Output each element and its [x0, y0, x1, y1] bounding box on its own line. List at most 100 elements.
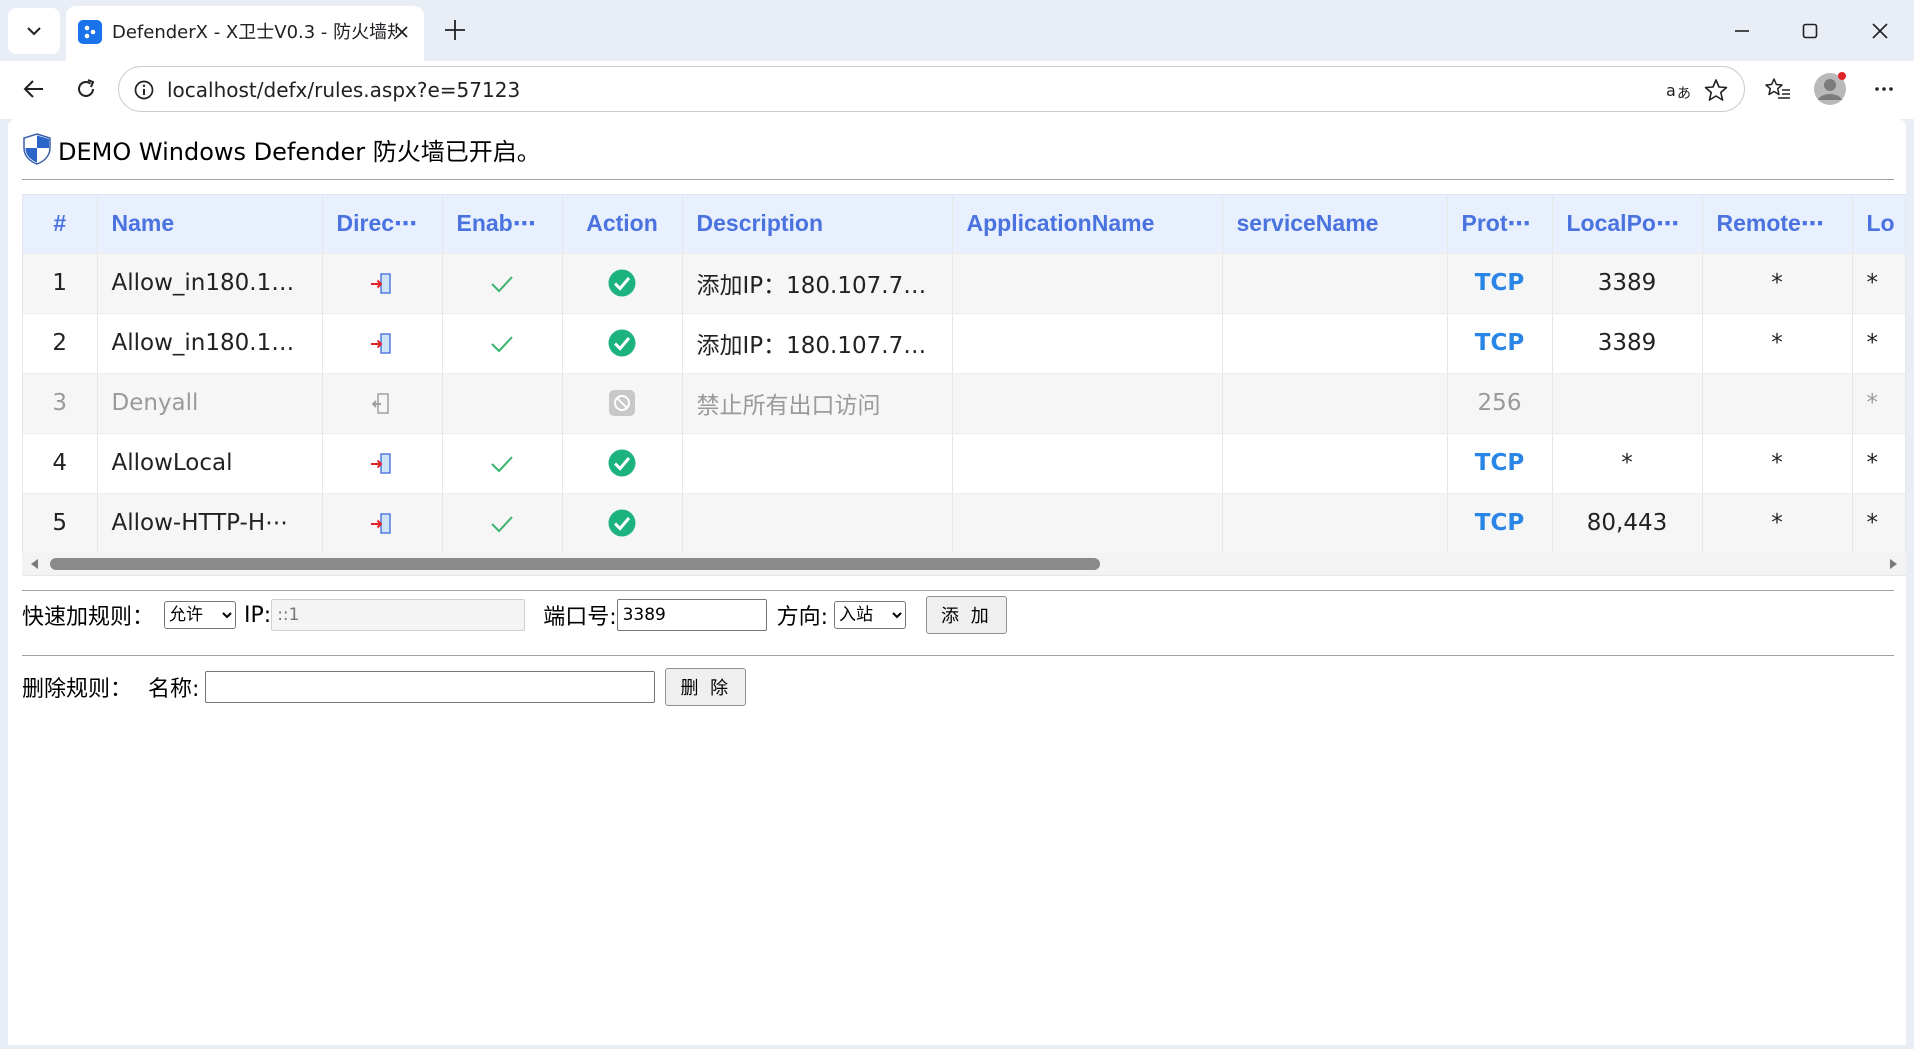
cell-application-name [952, 313, 1223, 374]
cell-service-name [1222, 493, 1448, 554]
ip-label: IP: [244, 602, 272, 628]
port-input[interactable] [616, 599, 767, 631]
column-header-action[interactable]: Action [562, 195, 683, 254]
cell-name: Allow_in180.10⋯ [97, 253, 323, 314]
cell-remote-port: * [1702, 493, 1853, 554]
profile-button[interactable] [1810, 69, 1850, 109]
cell-remote-port [1702, 373, 1853, 434]
check-icon [491, 275, 513, 292]
table-row[interactable]: 1 Allow_in180.10⋯ 添加IP：180.107.76⋯ TCP 3… [23, 253, 1905, 314]
cell-action [562, 433, 683, 494]
column-header-application-name[interactable]: ApplicationName [952, 195, 1223, 254]
scroll-left-arrow-icon[interactable] [28, 557, 42, 571]
column-header-protocol[interactable]: Prot⋯ [1447, 195, 1553, 254]
maximize-icon [1802, 23, 1818, 39]
address-bar[interactable]: localhost/defx/rules.aspx?e=57123 aあ [118, 66, 1745, 112]
site-info-icon[interactable] [129, 75, 159, 105]
page-content: DEMO Windows Defender 防火墙已开启。 # Name Dir… [8, 119, 1906, 1045]
divider [22, 590, 1894, 591]
cell-remote-port: * [1702, 253, 1853, 314]
minimize-button[interactable] [1714, 8, 1770, 54]
cell-remote-port: * [1702, 433, 1853, 494]
table-header-row: # Name Direc⋯ Enab⋯ Action Description A… [23, 195, 1905, 254]
allow-check-circle-icon [608, 449, 636, 477]
url-text: localhost/defx/rules.aspx?e=57123 [167, 78, 521, 102]
port-label: 端口号: [543, 605, 617, 630]
new-tab-button[interactable] [436, 10, 474, 50]
action-select[interactable]: 允许 [164, 601, 237, 629]
cell-remote-port: * [1702, 313, 1853, 374]
favorites-button[interactable] [1758, 69, 1798, 109]
delete-rule-form: 删除规则： 名称: 删 除 [22, 668, 747, 706]
cell-direction [322, 313, 443, 374]
cell-index: 1 [23, 253, 98, 314]
close-icon [396, 26, 408, 38]
cell-name: Denyall [97, 373, 323, 434]
column-header-direction[interactable]: Direc⋯ [322, 195, 443, 254]
column-header-enabled[interactable]: Enab⋯ [442, 195, 563, 254]
table-row[interactable]: 2 Allow_in180.10⋯ 添加IP：180.107.76⋯ TCP 3… [23, 313, 1905, 374]
plus-icon [445, 20, 465, 40]
scrollbar-thumb[interactable] [50, 558, 1100, 570]
cell-index: 3 [23, 373, 98, 434]
rule-name-label: 名称: [148, 677, 200, 702]
scroll-right-arrow-icon[interactable] [1886, 557, 1900, 571]
firewall-status-header: DEMO Windows Defender 防火墙已开启。 [22, 133, 541, 166]
cell-action [562, 493, 683, 554]
read-aloud-icon[interactable]: aあ [1665, 75, 1695, 105]
arrow-left-icon [23, 80, 43, 98]
maximize-button[interactable] [1782, 8, 1838, 54]
column-header-description[interactable]: Description [682, 195, 953, 254]
table-row[interactable]: 5 Allow-HTTP-H⋯ TCP 80,443 * * [23, 493, 1905, 554]
divider [22, 179, 1894, 180]
ip-input[interactable] [271, 599, 526, 631]
cell-application-name [952, 373, 1223, 434]
column-header-remote-port[interactable]: Remote⋯ [1702, 195, 1853, 254]
window-close-button[interactable] [1852, 8, 1908, 54]
cell-enabled [442, 493, 563, 554]
add-rule-button[interactable]: 添 加 [926, 596, 1007, 634]
cell-name: AllowLocal [97, 433, 323, 494]
avatar [1814, 72, 1846, 105]
svg-text:あ: あ [1677, 86, 1691, 102]
quick-add-form: 快速加规则： 允许 IP: 端口号: 方向: 入站 添 加 [22, 596, 1007, 634]
minimize-icon [1735, 30, 1749, 32]
column-header-local-port[interactable]: LocalPo⋯ [1552, 195, 1703, 254]
inbound-door-icon [371, 272, 391, 294]
check-icon [491, 515, 513, 532]
inbound-door-icon [371, 512, 391, 534]
column-header-local-address[interactable]: Lo [1852, 195, 1905, 254]
table-horizontal-scrollbar[interactable] [22, 553, 1906, 575]
active-tab[interactable]: DefenderX - X卫士V0.3 - 防火墙规则 [66, 6, 424, 61]
delete-rule-button[interactable]: 删 除 [665, 668, 747, 706]
tab-strip: DefenderX - X卫士V0.3 - 防火墙规则 [0, 0, 1914, 61]
favorite-star-icon[interactable] [1701, 75, 1731, 105]
cell-service-name [1222, 253, 1448, 314]
cell-description [682, 493, 953, 554]
site-favicon-icon [78, 20, 102, 44]
table-row[interactable]: 4 AllowLocal TCP * * * [23, 433, 1905, 494]
back-button[interactable] [14, 69, 54, 109]
cell-direction [322, 493, 443, 554]
cell-description: 禁止所有出口访问 [682, 373, 953, 434]
rule-name-input[interactable] [205, 671, 656, 703]
allow-check-circle-icon [608, 269, 636, 297]
cell-index: 2 [23, 313, 98, 374]
column-header-service-name[interactable]: serviceName [1222, 195, 1448, 254]
cell-direction [322, 253, 443, 314]
tab-actions-menu-button[interactable] [8, 8, 60, 54]
cell-local-port: 3389 [1552, 253, 1703, 314]
allow-check-circle-icon [608, 509, 636, 537]
svg-text:a: a [1666, 81, 1676, 100]
column-header-index[interactable]: # [23, 195, 98, 254]
table-row[interactable]: 3 Denyall 禁止所有出口访问 256 * [23, 373, 1905, 434]
firewall-status-text: DEMO Windows Defender 防火墙已开启。 [58, 137, 541, 166]
direction-select[interactable]: 入站 [834, 601, 907, 629]
tab-close-button[interactable] [390, 20, 414, 44]
direction-label: 方向: [776, 605, 829, 630]
settings-more-button[interactable] [1864, 69, 1904, 109]
cell-protocol: TCP [1447, 493, 1553, 554]
reload-button[interactable] [66, 69, 106, 109]
column-header-name[interactable]: Name [97, 195, 323, 254]
browser-toolbar: localhost/defx/rules.aspx?e=57123 aあ [0, 61, 1914, 119]
